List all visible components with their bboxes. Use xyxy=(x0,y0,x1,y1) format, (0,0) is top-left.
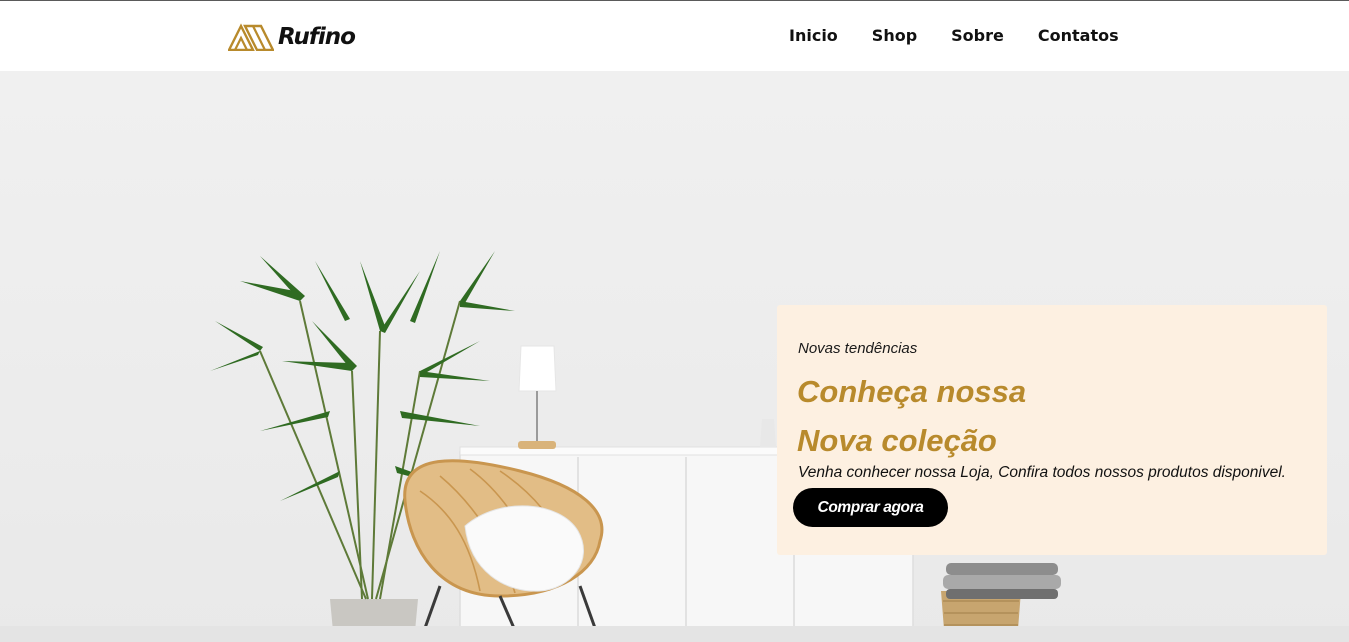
main-nav: Inicio Shop Sobre Contatos xyxy=(789,25,1153,47)
hero-headline-line1: Conheça nossa xyxy=(797,374,1027,409)
nav-item-sobre[interactable]: Sobre xyxy=(951,25,1004,47)
triangle-mountain-icon xyxy=(228,23,274,51)
brand-name: Rufino xyxy=(278,24,356,50)
nav-item-shop[interactable]: Shop xyxy=(872,25,917,47)
brand-logo[interactable]: Rufino xyxy=(228,21,356,53)
hero-headline-line2: Nova coleção xyxy=(797,423,997,458)
nav-item-inicio[interactable]: Inicio xyxy=(789,25,838,47)
buy-now-button[interactable]: Comprar agora xyxy=(793,488,948,527)
hero-description: Venha conhecer nossa Loja, Confira todos… xyxy=(798,464,1286,481)
hero-eyebrow: Novas tendências xyxy=(798,340,918,357)
floor-strip xyxy=(0,626,1349,642)
hero-promo-card: Novas tendências Conheça nossa Nova cole… xyxy=(777,305,1327,555)
site-header: Rufino Inicio Shop Sobre Contatos xyxy=(0,1,1349,71)
hero-banner: Novas tendências Conheça nossa Nova cole… xyxy=(0,71,1349,642)
hero-headline: Conheça nossa Nova coleção xyxy=(797,367,1026,465)
nav-item-contatos[interactable]: Contatos xyxy=(1038,25,1119,47)
